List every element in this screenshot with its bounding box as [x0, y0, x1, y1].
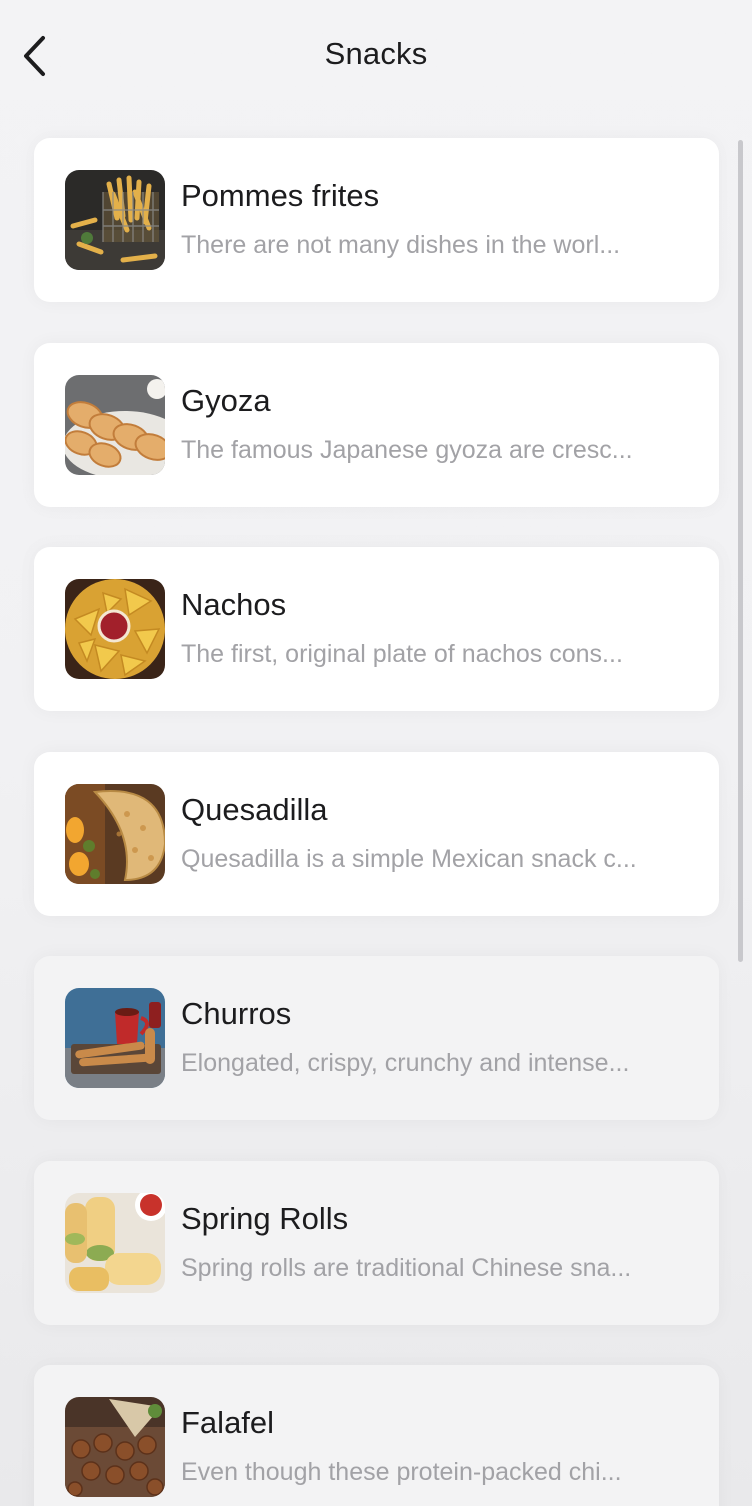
gyoza-thumbnail [65, 374, 165, 475]
item-description: Elongated, crispy, crunchy and intense..… [181, 1049, 630, 1077]
navigation-bar: Snacks [0, 0, 752, 112]
list-item-pommes-frites[interactable]: Pommes frites There are not many dishes … [34, 138, 719, 302]
list-item-spring-rolls[interactable]: Spring Rolls Spring rolls are traditiona… [34, 1160, 719, 1325]
scrollbar[interactable] [738, 140, 743, 962]
list-item-falafel[interactable]: Falafel Even though these protein-packed… [34, 1365, 719, 1506]
nachos-thumbnail [65, 579, 165, 679]
item-description: The famous Japanese gyoza are cresc... [181, 435, 633, 464]
item-description: Spring rolls are traditional Chinese sna… [181, 1253, 632, 1282]
item-title: Falafel [181, 1405, 275, 1440]
list-item-nachos[interactable]: Nachos The first, original plate of nach… [34, 547, 719, 711]
item-description: The first, original plate of nachos cons… [181, 640, 623, 668]
item-title: Gyoza [181, 382, 271, 418]
item-description: Quesadilla is a simple Mexican snack c..… [181, 844, 637, 873]
item-title: Quesadilla [181, 791, 328, 827]
item-title: Pommes frites [181, 178, 380, 213]
pommes-frites-thumbnail [65, 170, 165, 270]
item-description: There are not many dishes in the worl... [181, 231, 621, 259]
item-description: Even though these protein-packed chi... [181, 1458, 622, 1486]
snack-list: Pommes frites There are not many dishes … [34, 138, 719, 1506]
list-item-gyoza[interactable]: Gyoza The famous Japanese gyoza are cres… [34, 342, 719, 507]
item-title: Churros [181, 996, 292, 1031]
spring-rolls-thumbnail [65, 1192, 165, 1293]
item-title: Spring Rolls [181, 1200, 349, 1236]
quesadilla-thumbnail [65, 783, 165, 884]
list-item-quesadilla[interactable]: Quesadilla Quesadilla is a simple Mexica… [34, 751, 719, 916]
item-title: Nachos [181, 587, 287, 622]
churros-thumbnail [65, 988, 165, 1088]
list-item-churros[interactable]: Churros Elongated, crispy, crunchy and i… [34, 956, 719, 1120]
falafel-thumbnail [65, 1397, 165, 1497]
page-title: Snacks [324, 36, 428, 71]
